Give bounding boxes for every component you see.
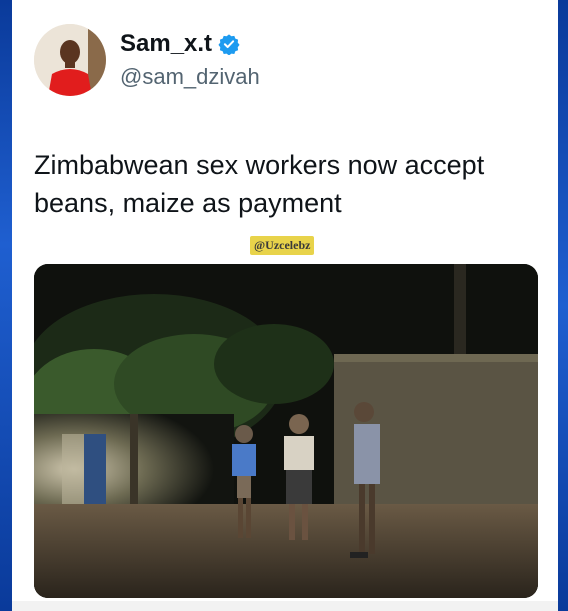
author-name-row: Sam_x.t: [120, 30, 240, 58]
author-name[interactable]: Sam_x.t: [120, 30, 212, 58]
left-edge-decoration: [0, 0, 12, 611]
watermark-tag: @Uzcelebz: [250, 236, 315, 255]
avatar-image: [34, 24, 106, 96]
tweet-media-image[interactable]: [34, 264, 538, 598]
verified-badge-icon: [218, 34, 240, 55]
tweet-header: Sam_x.t @sam_dzivah: [34, 24, 534, 98]
tweet-card: Sam_x.t @sam_dzivah Zimbabwean sex worke…: [12, 0, 558, 611]
right-edge-decoration: [558, 0, 568, 611]
avatar[interactable]: [34, 24, 106, 96]
bottom-bar: [12, 601, 558, 611]
author-handle[interactable]: @sam_dzivah: [120, 64, 260, 90]
tweet-text: Zimbabwean sex workers now accept beans,…: [34, 150, 485, 218]
night-street-photo: [34, 264, 538, 598]
